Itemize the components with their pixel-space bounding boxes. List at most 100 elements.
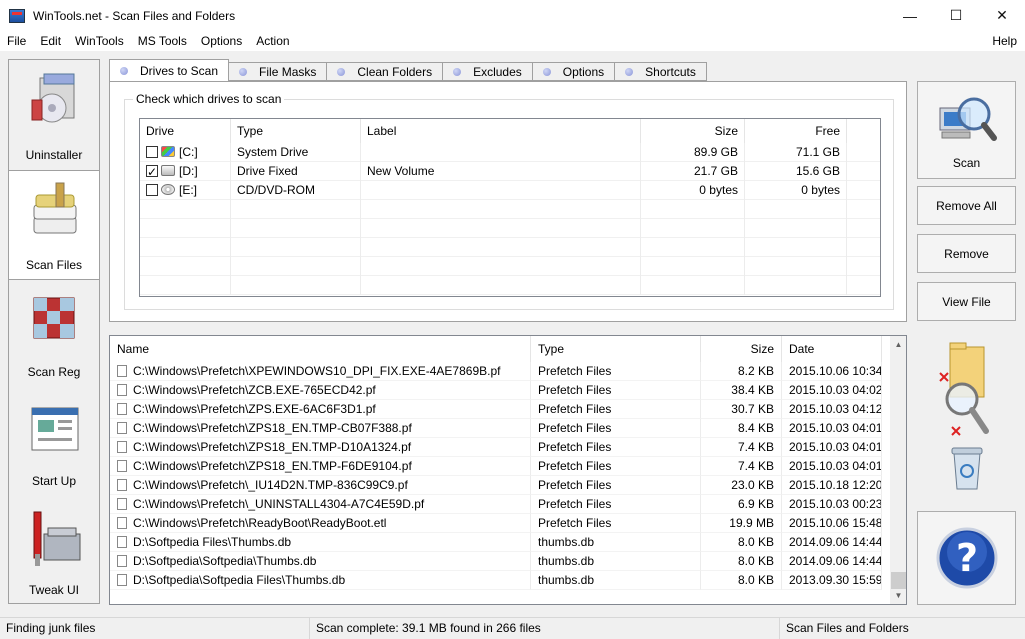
file-size: 8.0 KB [701, 571, 782, 590]
column-header-label[interactable]: Label [361, 119, 641, 143]
tab-file-masks[interactable]: File Masks [229, 62, 328, 81]
menu-options[interactable]: Options [194, 31, 249, 51]
table-row[interactable]: D:\Softpedia Files\Thumbs.db thumbs.db 8.0… [110, 533, 890, 552]
tab-shortcuts[interactable]: Shortcuts [615, 62, 707, 81]
sidebar-item-scan-reg[interactable]: Scan Reg [9, 280, 99, 390]
sidebar-item-start-up[interactable]: Start Up [9, 390, 99, 500]
file-name: D:\Softpedia\Softpedia\Thumbs.db [110, 552, 531, 571]
file-date: 2015.10.03 04:01 [782, 419, 882, 438]
status-middle: Scan complete: 39.1 MB found in 266 file… [310, 618, 780, 639]
sidebar-item-uninstaller[interactable]: Uninstaller [9, 60, 99, 170]
drives-tab-panel: Check which drives to scan Drive Type La… [109, 81, 907, 322]
minimize-button[interactable]: — [887, 0, 933, 31]
table-row[interactable]: [C:] System Drive 89.9 GB 71.1 GB [140, 143, 880, 162]
table-row[interactable]: C:\Windows\Prefetch\ZPS18_EN.TMP-F6DE910… [110, 457, 890, 476]
table-row[interactable]: [D:] Drive Fixed New Volume 21.7 GB 15.6… [140, 162, 880, 181]
file-type: Prefetch Files [531, 514, 701, 533]
table-row[interactable]: C:\Windows\Prefetch\ZPS18_EN.TMP-CB07F38… [110, 419, 890, 438]
file-name: D:\Softpedia\Softpedia Files\Thumbs.db [110, 571, 531, 590]
file-path: D:\Softpedia Files\Thumbs.db [133, 535, 292, 549]
column-header-type[interactable]: Type [231, 119, 361, 143]
tab-label: Options [562, 64, 605, 79]
file-size: 30.7 KB [701, 400, 782, 419]
file-type: thumbs.db [531, 552, 701, 571]
menu-wintools[interactable]: WinTools [68, 31, 131, 51]
file-size: 38.4 KB [701, 381, 782, 400]
maximize-button[interactable]: ☐ [933, 0, 979, 31]
file-path: C:\Windows\Prefetch\ZPS.EXE-6AC6F3D1.pf [133, 402, 376, 416]
table-row[interactable]: [E:] CD/DVD-ROM 0 bytes 0 bytes [140, 181, 880, 200]
file-size: 8.4 KB [701, 419, 782, 438]
column-header-drive[interactable]: Drive [140, 119, 231, 143]
table-row[interactable]: C:\Windows\Prefetch\ZCB.EXE-765ECD42.pf P… [110, 381, 890, 400]
cd-drive-icon [161, 184, 175, 195]
file-size: 7.4 KB [701, 438, 782, 457]
file-size: 8.0 KB [701, 552, 782, 571]
file-type: Prefetch Files [531, 495, 701, 514]
drive-checkbox[interactable] [146, 184, 158, 196]
found-files-list[interactable]: Name Type Size Date C:\Windows\Prefetch\… [109, 335, 907, 605]
files-scrollbar[interactable]: ▲ ▼ [890, 336, 906, 604]
file-path: D:\Softpedia\Softpedia\Thumbs.db [133, 554, 317, 568]
tab-drives-to-scan[interactable]: Drives to Scan [109, 59, 230, 82]
scroll-up-icon[interactable]: ▲ [890, 336, 906, 353]
scan-files-icon [33, 182, 77, 234]
file-icon [117, 365, 127, 377]
file-path: C:\Windows\Prefetch\ZPS18_EN.TMP-CB07F38… [133, 421, 412, 435]
table-row[interactable]: D:\Softpedia\Softpedia\Thumbs.db thumbs.d… [110, 552, 890, 571]
file-date: 2015.10.03 04:02 [782, 381, 882, 400]
tab-bullet-icon [625, 67, 634, 76]
drive-letter: [E:] [179, 183, 198, 197]
drive-cell: [C:] [140, 143, 231, 162]
menu-edit[interactable]: Edit [33, 31, 68, 51]
drive-checkbox[interactable] [146, 163, 158, 181]
view-file-button[interactable]: View File [917, 282, 1016, 321]
drives-table[interactable]: Drive Type Label Size Free [C:] System D… [139, 118, 881, 297]
menu-file[interactable]: File [0, 31, 33, 51]
table-row[interactable]: C:\Windows\Prefetch\ReadyBoot\ReadyBoot.… [110, 514, 890, 533]
column-header-size[interactable]: Size [641, 119, 745, 143]
file-path: C:\Windows\Prefetch\ZPS18_EN.TMP-F6DE910… [133, 459, 412, 473]
menu-action[interactable]: Action [249, 31, 296, 51]
tab-label: Drives to Scan [140, 64, 219, 78]
menu-ms-tools[interactable]: MS Tools [131, 31, 194, 51]
table-row[interactable]: C:\Windows\Prefetch\ZPS.EXE-6AC6F3D1.pf P… [110, 400, 890, 419]
table-row[interactable]: C:\Windows\Prefetch\_IU14D2N.TMP-836C99C… [110, 476, 890, 495]
tool-sidebar: Uninstaller Scan Files Scan Reg Start Up [8, 59, 100, 604]
menu-help[interactable]: Help [992, 31, 1017, 51]
sidebar-item-scan-files[interactable]: Scan Files [9, 170, 99, 280]
tab-clean-folders[interactable]: Clean Folders [327, 62, 444, 81]
remove-all-button[interactable]: Remove All [917, 186, 1016, 225]
help-question-icon: ? [936, 527, 997, 589]
column-header-date[interactable]: Date [782, 336, 882, 362]
table-row[interactable]: D:\Softpedia\Softpedia Files\Thumbs.db th… [110, 571, 890, 590]
close-button[interactable]: ✕ [979, 0, 1025, 31]
file-date: 2014.09.06 14:44 [782, 533, 882, 552]
scan-button[interactable]: Scan [917, 81, 1016, 179]
file-icon [117, 403, 127, 415]
drive-size: 21.7 GB [641, 162, 745, 181]
column-header-size[interactable]: Size [701, 336, 782, 362]
scroll-down-icon[interactable]: ▼ [890, 587, 906, 604]
tab-options[interactable]: Options [532, 62, 616, 81]
tab-label: Clean Folders [357, 64, 433, 79]
column-header-free[interactable]: Free [745, 119, 847, 143]
drive-free: 71.1 GB [745, 143, 847, 162]
sidebar-item-tweak-ui[interactable]: Tweak UI [9, 500, 99, 610]
help-button[interactable]: ? [917, 511, 1016, 605]
tab-bullet-icon [542, 67, 551, 76]
drive-letter: [D:] [179, 164, 198, 178]
table-row[interactable]: C:\Windows\Prefetch\_UNINSTALL4304-A7C4E… [110, 495, 890, 514]
file-icon [117, 384, 127, 396]
drive-checkbox[interactable] [146, 146, 158, 158]
tab-excludes[interactable]: Excludes [443, 62, 533, 81]
scan-label: Scan [952, 156, 981, 170]
column-header-type[interactable]: Type [531, 336, 701, 362]
table-row[interactable]: C:\Windows\Prefetch\ZPS18_EN.TMP-D10A132… [110, 438, 890, 457]
column-header-name[interactable]: Name [110, 336, 531, 362]
file-name: C:\Windows\Prefetch\ZPS18_EN.TMP-CB07F38… [110, 419, 531, 438]
remove-button[interactable]: Remove [917, 234, 1016, 273]
tab-strip: Drives to Scan File Masks Clean Folders … [109, 59, 707, 82]
table-row[interactable]: C:\Windows\Prefetch\XPEWINDOWS10_DPI_FIX… [110, 362, 890, 381]
drive-free: 0 bytes [745, 181, 847, 200]
